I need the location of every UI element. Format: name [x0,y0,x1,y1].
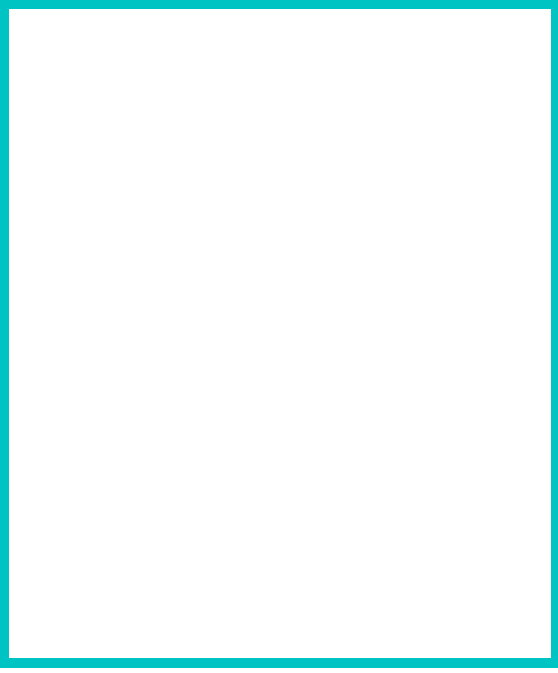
teal-frame-border [0,0,558,668]
blank-content-area [9,9,551,658]
